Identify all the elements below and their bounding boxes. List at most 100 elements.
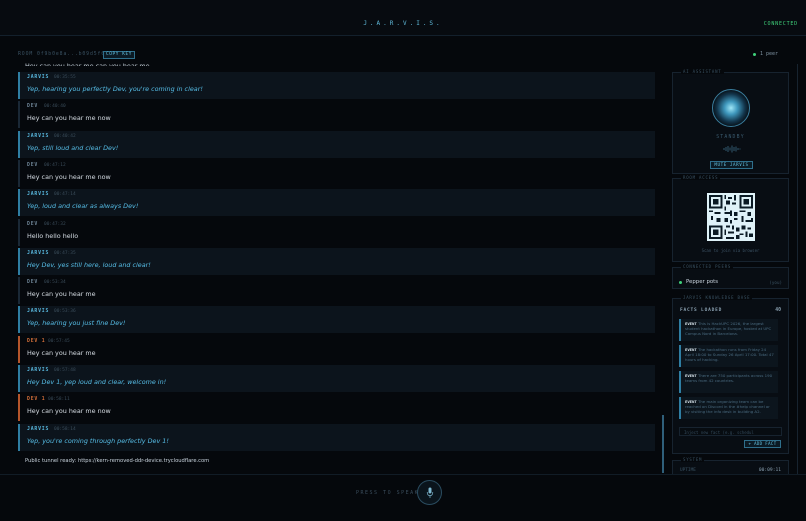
copy-key-button[interactable]: COPY KEY bbox=[103, 51, 135, 59]
panel-title: CONNECTED PEERS bbox=[681, 264, 734, 269]
chat-message: DEV 00:47:32 Hello hello hello bbox=[18, 218, 655, 246]
top-bar: J.A.R.V.I.S. CONNECTED bbox=[0, 0, 806, 36]
inject-fact-input[interactable]: Inject new fact (e.g. schedul bbox=[679, 427, 782, 436]
chat-message: JARVIS 00:40:42 Yep, still loud and clear … bbox=[18, 130, 655, 158]
panel-title: AI ASSISTANT bbox=[681, 69, 724, 74]
message-text: Yep, hearing you just fine Dev! bbox=[27, 319, 126, 328]
message-time: 00:47:12 bbox=[44, 162, 66, 168]
system-panel: SYSTEM UPTIME 00:09:11 bbox=[672, 457, 789, 474]
message-text: Yep, hearing you perfectly Dev, you're c… bbox=[27, 85, 203, 93]
chat-message: JARVIS 00:35:55 Yep, hearing you perfectly… bbox=[18, 72, 655, 99]
message-sender: JARVIS bbox=[27, 133, 50, 139]
chat-message: DEV 1 00:57:45 Hey can you hear me bbox=[18, 335, 655, 363]
chat-message: JARVIS 00:58:14 Yep, you're coming through… bbox=[18, 423, 655, 451]
message-text: Hey can you hear me now bbox=[27, 172, 111, 181]
chat-message: DEV 00:53:34 Hey can you hear me bbox=[18, 277, 655, 305]
uptime-value: 00:09:11 bbox=[758, 468, 781, 473]
message-sender: DEV bbox=[27, 162, 39, 168]
ai-assistant-panel: AI ASSISTANT STANDBY MUTE JARVIS bbox=[672, 69, 789, 174]
facts-loaded-label: FACTS LOADED bbox=[680, 308, 723, 313]
message-time: 00:35:55 bbox=[54, 75, 76, 80]
fact-text: The main organizing team can be reached … bbox=[685, 399, 770, 414]
microphone-icon bbox=[426, 487, 434, 498]
message-time: 00:53:36 bbox=[54, 309, 76, 315]
qr-code bbox=[707, 193, 755, 241]
message-text: Hello hello hello bbox=[27, 231, 79, 240]
peer-online-dot bbox=[679, 280, 682, 284]
message-time: 00:40:42 bbox=[54, 133, 76, 139]
peer-you-tag: (you) bbox=[769, 280, 782, 285]
message-text: Yep, loud and clear as always Dev! bbox=[27, 202, 139, 211]
chat-log[interactable]: Hey can you hear me can you hear me JARV… bbox=[18, 62, 658, 472]
chat-message: DEV 1 00:58:11 Hey can you hear me now bbox=[18, 394, 655, 422]
add-fact-button[interactable]: + ADD FACT bbox=[744, 440, 781, 448]
chat-message: JARVIS 00:47:14 Yep, loud and clear as alw… bbox=[18, 189, 655, 217]
panel-title: ROOM ACCESS bbox=[681, 175, 721, 180]
message-text: Hey can you hear me bbox=[27, 290, 96, 299]
message-time: 00:57:45 bbox=[48, 338, 70, 344]
message-time: 00:47:32 bbox=[44, 221, 66, 227]
room-id-label: ROOM 0f9b0e8a...b09d5f0f bbox=[18, 52, 109, 57]
fact-text: This is HackUPC 2026, the largest studen… bbox=[685, 321, 772, 336]
fact-item: EVENT The hackathon runs from Friday 24 … bbox=[679, 345, 778, 367]
message-time: 00:47:14 bbox=[54, 192, 76, 198]
chat-message: JARVIS 00:47:35 Hey Dev, yes still here, l… bbox=[18, 247, 655, 275]
message-text: Yep, still loud and clear Dev! bbox=[27, 143, 119, 152]
knowledge-base-panel: JARVIS KNOWLEDGE BASE FACTS LOADED 40 EV… bbox=[672, 295, 789, 454]
tunnel-status-note: Public tunnel ready: https://kern-remove… bbox=[25, 458, 210, 464]
peer-count: 1 peer bbox=[759, 51, 778, 57]
message-time: 00:58:14 bbox=[54, 426, 76, 432]
fact-item: EVENT The main organizing team can be re… bbox=[679, 397, 778, 419]
message-time: 00:58:11 bbox=[48, 397, 70, 403]
chat-message: DEV 00:40:40 Hey can you hear me now bbox=[18, 101, 655, 129]
message-time: 00:47:35 bbox=[54, 250, 76, 256]
message-sender: JARVIS bbox=[27, 426, 50, 432]
fact-item: EVENT There are 750 participants across … bbox=[679, 371, 778, 393]
chat-message: DEV 00:47:12 Hey can you hear me now bbox=[18, 159, 655, 187]
app-title: J.A.R.V.I.S. bbox=[363, 20, 443, 27]
message-time: 00:53:34 bbox=[44, 280, 66, 286]
press-to-speak-label: PRESS TO SPEAK bbox=[356, 490, 420, 496]
message-text: Hey Dev, yes still here, loud and clear! bbox=[27, 260, 151, 269]
chat-scrollbar[interactable] bbox=[662, 415, 664, 473]
message-text: Yep, you're coming through perfectly Dev… bbox=[27, 436, 169, 445]
message-sender: JARVIS bbox=[27, 250, 50, 256]
audio-wave-icon bbox=[723, 145, 741, 153]
fact-item: EVENT This is HackUPC 2026, the largest … bbox=[679, 319, 778, 341]
message-text: Hey can you hear me bbox=[27, 348, 96, 357]
message-text: Hey can you hear me now bbox=[27, 114, 111, 123]
assistant-orb-icon bbox=[712, 89, 750, 127]
sidebar: AI ASSISTANT STANDBY MUTE JARVIS ROOM AC… bbox=[672, 64, 790, 474]
connection-status: CONNECTED bbox=[763, 21, 798, 27]
message-time: 00:57:48 bbox=[54, 368, 76, 373]
sidebar-edge bbox=[797, 64, 798, 474]
message-sender: JARVIS bbox=[27, 75, 50, 80]
message-sender: JARVIS bbox=[27, 368, 50, 373]
partial-message: Hey can you hear me can you hear me bbox=[25, 62, 150, 66]
message-text: Hey can you hear me now bbox=[27, 407, 111, 416]
message-text: Hey Dev 1, yep loud and clear, welcome i… bbox=[27, 378, 167, 386]
fact-text: There are 750 participants across 190 te… bbox=[685, 373, 773, 383]
panel-title: JARVIS KNOWLEDGE BASE bbox=[681, 295, 753, 300]
message-sender: DEV 1 bbox=[27, 338, 46, 344]
qr-caption: Scan to join via browser bbox=[701, 248, 760, 253]
message-sender: DEV bbox=[27, 104, 39, 110]
peer-name: Pepper pots bbox=[686, 279, 719, 285]
footer-divider bbox=[0, 474, 806, 475]
message-sender: JARVIS bbox=[27, 192, 50, 198]
chat-message: JARVIS 00:57:48 Hey Dev 1, yep loud and cl… bbox=[18, 365, 655, 392]
room-access-panel: ROOM ACCESS Scan to join via browser bbox=[672, 175, 789, 262]
message-sender: DEV bbox=[27, 280, 39, 286]
panel-title: SYSTEM bbox=[681, 457, 705, 462]
mute-jarvis-button[interactable]: MUTE JARVIS bbox=[710, 161, 753, 169]
facts-count: 40 bbox=[775, 308, 781, 313]
push-to-talk-button[interactable] bbox=[417, 480, 442, 505]
message-sender: DEV 1 bbox=[27, 397, 46, 403]
message-sender: JARVIS bbox=[27, 309, 50, 315]
connected-peers-panel: CONNECTED PEERS Pepper pots (you) bbox=[672, 264, 789, 289]
message-time: 00:40:40 bbox=[44, 104, 66, 110]
message-sender: DEV bbox=[27, 221, 39, 227]
peer-status-dot bbox=[753, 52, 756, 56]
chat-message: JARVIS 00:53:36 Yep, hearing you just fine… bbox=[18, 306, 655, 334]
fact-text: The hackathon runs from Friday 24 April … bbox=[685, 347, 774, 362]
